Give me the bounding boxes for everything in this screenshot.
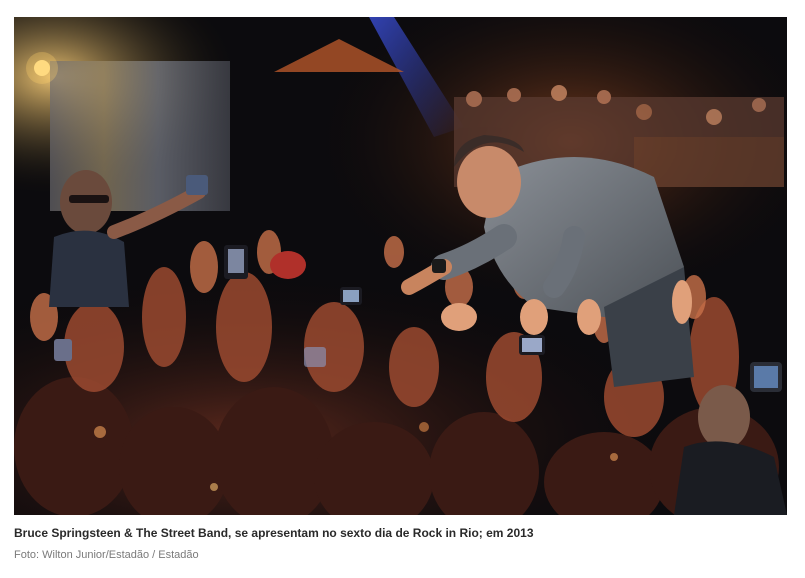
photo-figure: Bruce Springsteen & The Street Band, se … <box>0 0 805 578</box>
photo-credit: Foto: Wilton Junior/Estadão / Estadão <box>14 549 199 561</box>
concert-photo <box>14 17 787 515</box>
concert-photo-illustration <box>14 17 787 515</box>
photo-caption: Bruce Springsteen & The Street Band, se … <box>14 526 534 540</box>
